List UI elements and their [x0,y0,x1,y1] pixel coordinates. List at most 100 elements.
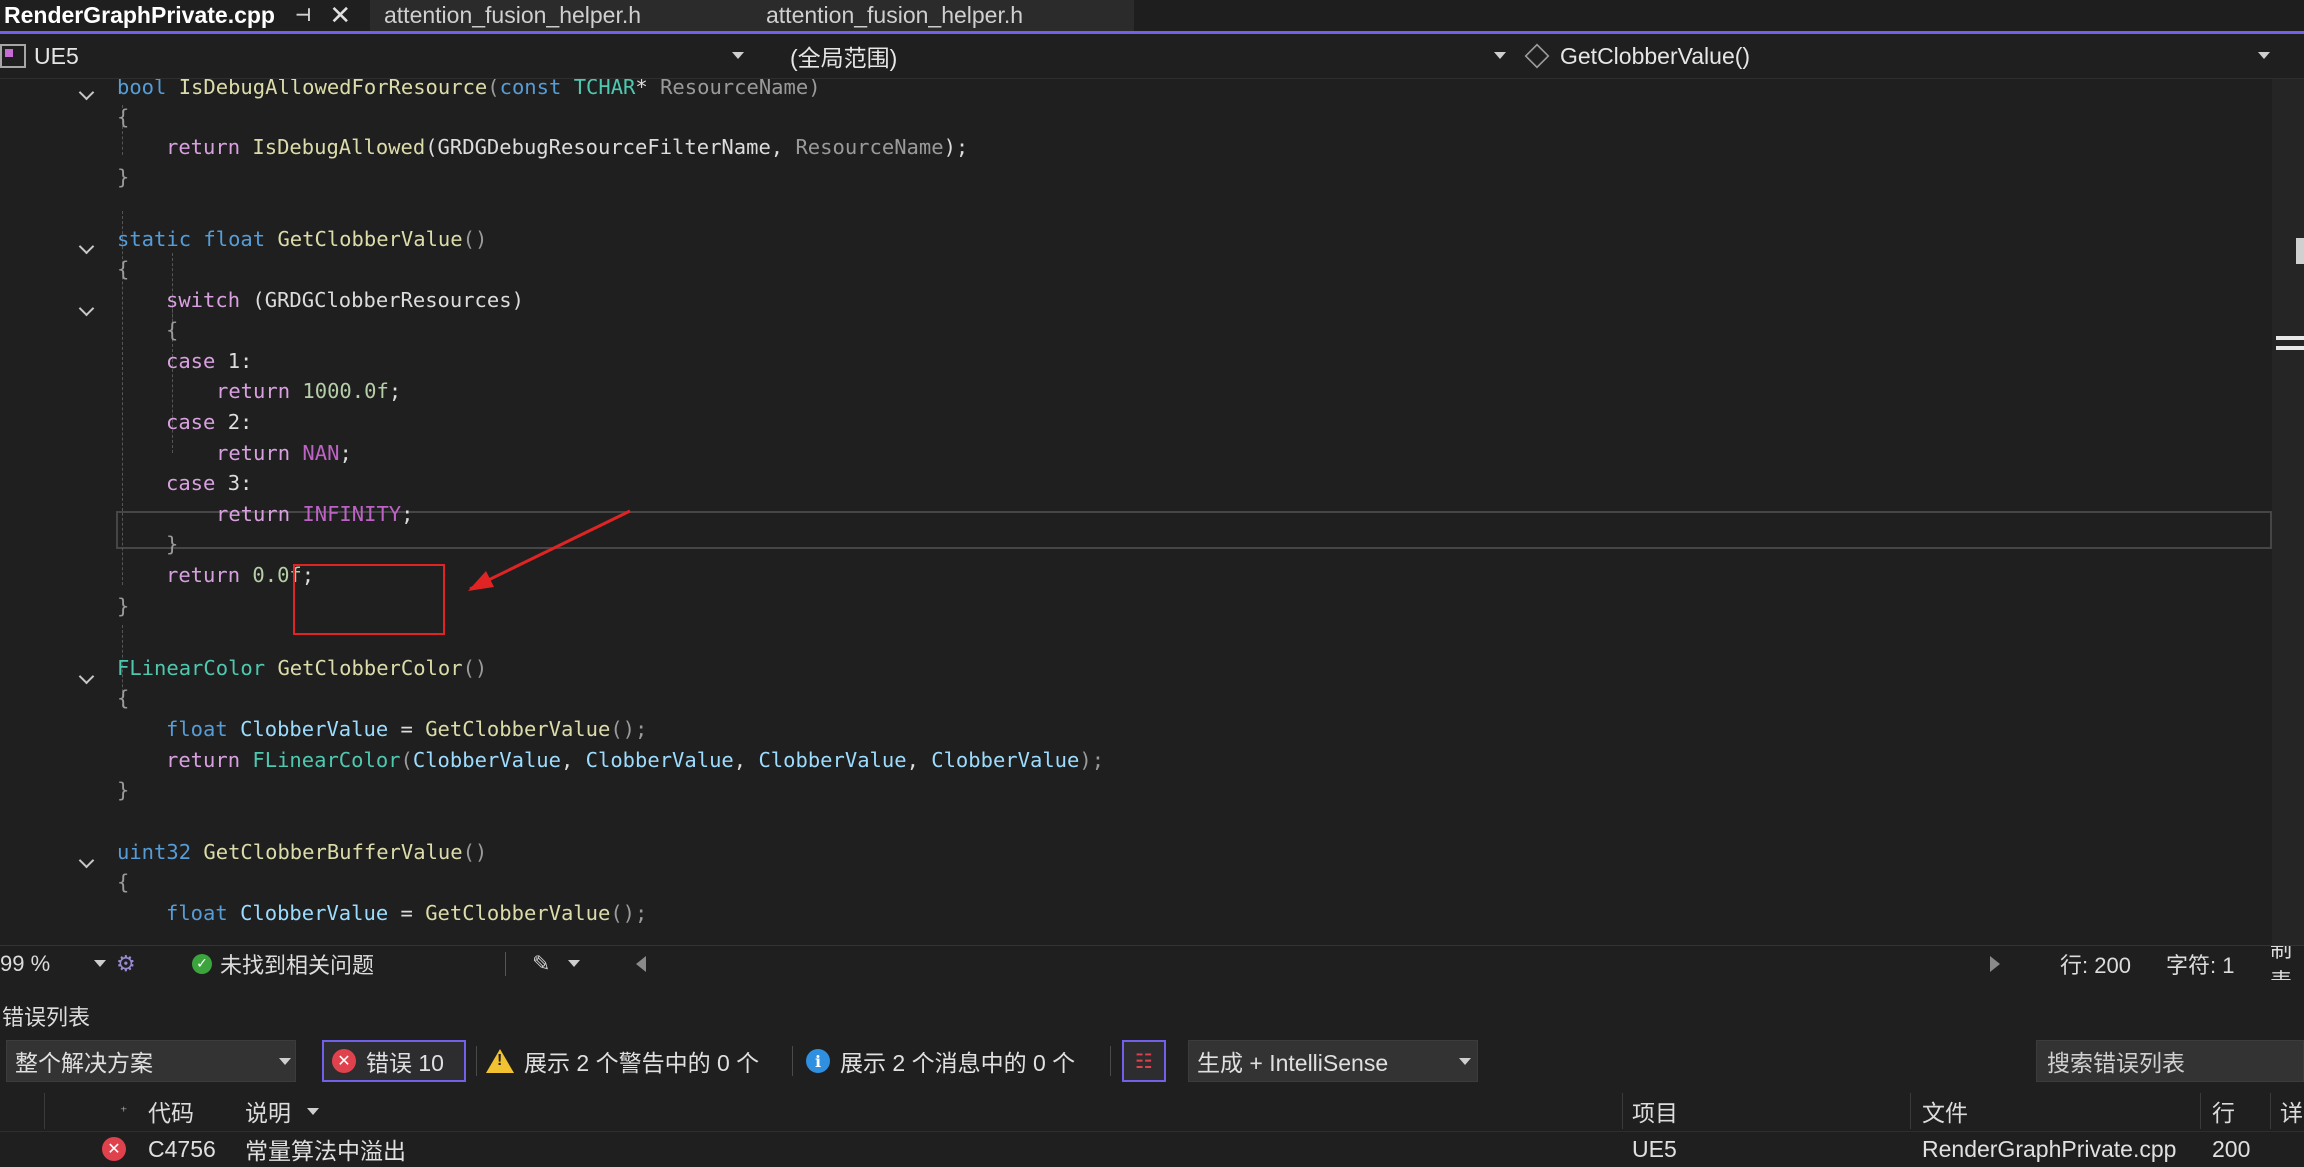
code-line: } [166,532,179,556]
zoom-dropdown[interactable]: 99 % [0,946,110,981]
warnings-filter-button[interactable]: ! 展示 2 个警告中的 0 个 [486,1040,786,1082]
code-line: uint32 GetClobberBufferValue() [117,840,488,864]
build-intellisense-dropdown[interactable]: 生成 + IntelliSense [1188,1040,1478,1082]
cell-line: 200 [2212,1135,2251,1162]
column-description[interactable]: 说明 [245,1091,319,1131]
chevron-down-icon [94,960,106,967]
table-row[interactable]: ✕ C4756 常量算法中溢出 UE5 RenderGraphPrivate.c… [0,1131,2304,1167]
error-list-search-input[interactable]: 搜索错误列表 [2036,1040,2304,1082]
search-placeholder: 搜索错误列表 [2047,1050,2185,1076]
scrollbar-caret-marker [2276,330,2304,356]
filter-icon: ☷ [1135,1050,1153,1073]
code-line: { [117,870,130,894]
project-dropdown[interactable]: UE5 [0,34,760,78]
tab-mode-indicator[interactable]: 制表 [2270,946,2304,981]
code-line: static float GetClobberValue() [117,227,488,251]
code-line: switch (GRDGClobberResources) [166,288,524,312]
broom-icon: ✎ [532,950,551,976]
sort-icon[interactable]: ⁺ [120,1091,127,1131]
fold-toggle[interactable] [80,303,94,317]
code-line: case 2: [166,410,253,434]
project-icon [0,44,26,68]
warning-icon: ! [486,1049,514,1073]
column-project[interactable]: 项目 [1632,1091,1678,1131]
messages-filter-button[interactable]: i 展示 2 个消息中的 0 个 [806,1040,1106,1082]
code-line: { [117,257,130,281]
code-line: FLinearColor GetClobberColor() [117,656,488,680]
code-line-current: return INFINITY; [216,502,414,526]
code-line: return 0.0f; [166,563,315,587]
intellicode-icon[interactable]: ⚙ [116,946,140,981]
code-line: return NAN; [216,441,352,465]
cell-description: 常量算法中溢出 [245,1138,406,1164]
column-detail[interactable]: 详 [2280,1091,2304,1131]
chevron-down-icon [1494,52,1506,59]
warnings-count: 展示 2 个警告中的 0 个 [524,1050,760,1076]
scope-label: (全局范围) [790,45,898,71]
code-line: bool IsDebugAllowedForResource(const TCH… [117,79,821,99]
chevron-down-icon [307,1108,319,1115]
errors-count: 错误 10 [366,1050,444,1076]
cell-project: UE5 [1632,1135,1677,1162]
tab-attention-fusion-helper-2[interactable]: attention_fusion_helper.h [754,0,1134,31]
cell-file: RenderGraphPrivate.cpp [1922,1135,2177,1162]
tab-label: RenderGraphPrivate.cpp [4,2,275,28]
code-line: { [117,686,130,710]
issues-indicator[interactable]: ✓ 未找到相关问题 [192,946,492,981]
method-icon [1524,43,1550,69]
member-dropdown[interactable]: GetClobberValue() [1524,34,2276,78]
build-filter-value: 生成 + IntelliSense [1197,1050,1389,1076]
zoom-level: 99 % [0,950,51,976]
code-editor[interactable]: bool IsDebugAllowedForResource(const TCH… [0,79,2272,945]
messages-count: 展示 2 个消息中的 0 个 [840,1050,1076,1076]
code-line: case 1: [166,349,253,373]
error-list-header: ⁺ 代码 说明 项目 文件 行 详 [0,1091,2304,1132]
editor-status-bar: 99 % ⚙ ✓ 未找到相关问题 ✎ 行: 200 字符: 1 制表 [0,945,2304,982]
member-label: GetClobberValue() [1560,42,1751,69]
column-code[interactable]: 代码 [148,1091,194,1131]
code-line: return 1000.0f; [216,379,402,403]
issues-text: 未找到相关问题 [220,952,375,978]
info-icon: i [806,1049,830,1073]
column-file[interactable]: 文件 [1922,1091,1968,1131]
chevron-down-icon [2258,52,2270,59]
code-line: { [117,105,130,129]
editor-gutter [0,79,70,945]
chevron-down-icon [568,960,580,967]
scroll-left-icon[interactable] [636,946,650,981]
column-line[interactable]: 行 [2212,1091,2235,1131]
scroll-right-icon[interactable] [1990,946,2004,981]
check-circle-icon: ✓ [192,953,212,974]
char-indicator[interactable]: 字符: 1 [2166,946,2246,981]
fold-toggle[interactable] [80,87,94,101]
tab-render-graph-private[interactable]: RenderGraphPrivate.cpp ⊣ ✕ [0,0,370,31]
errors-filter-button[interactable]: ✕ 错误 10 [322,1040,466,1082]
cell-code: C4756 [148,1135,216,1162]
filter-toggle-button[interactable]: ☷ [1122,1040,1166,1082]
code-line: } [117,594,130,618]
code-line: } [117,165,130,189]
code-line: return FLinearColor(ClobberValue, Clobbe… [166,748,1105,772]
error-icon: ✕ [332,1049,356,1073]
line-indicator[interactable]: 行: 200 [2060,946,2150,981]
fold-toggle[interactable] [80,241,94,255]
fold-toggle[interactable] [80,671,94,685]
fold-toggle[interactable] [80,855,94,869]
tab-attention-fusion-helper[interactable]: attention_fusion_helper.h [370,0,754,31]
code-line: float ClobberValue = GetClobberValue(); [166,717,648,741]
code-line: return IsDebugAllowed(GRDGDebugResourceF… [166,135,969,159]
code-line: { [166,318,179,342]
vertical-scrollbar[interactable] [2272,79,2304,945]
pin-icon[interactable]: ⊣ [295,5,311,26]
scope-dropdown[interactable]: (全局范围) [790,34,1510,78]
code-line: float ClobberValue = GetClobberValue(); [166,901,648,925]
chevron-down-icon [1459,1058,1471,1065]
scope-value: 整个解决方案 [15,1050,153,1076]
code-cleanup-button[interactable]: ✎ [532,946,592,981]
project-label: UE5 [34,42,79,69]
annotation-arrow-icon [468,509,631,591]
solution-scope-dropdown[interactable]: 整个解决方案 [6,1040,296,1082]
error-list-title: 错误列表 [2,1005,91,1030]
indent-guide [122,503,123,585]
close-icon[interactable]: ✕ [329,0,351,31]
